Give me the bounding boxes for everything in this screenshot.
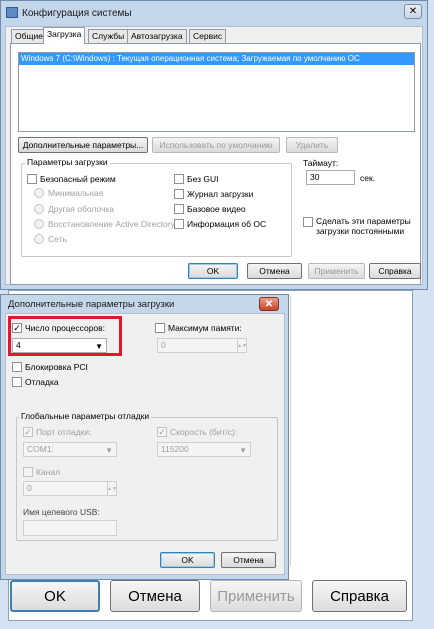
close-icon[interactable]: ✕ (404, 4, 422, 19)
close-icon[interactable]: ✕ (259, 297, 279, 311)
checkbox-box (174, 174, 184, 184)
bg-ok-button[interactable]: OK (10, 580, 100, 612)
dropdown-arrow-icon: ▼ (239, 446, 247, 455)
tab-boot[interactable]: Загрузка (43, 27, 86, 44)
advanced-ok-button[interactable]: OK (160, 552, 215, 568)
help-button[interactable]: Справка (369, 263, 421, 279)
debug-port-checkbox[interactable]: ✓ Порт отладки: (23, 427, 91, 437)
dialog-title: Конфигурация системы (22, 8, 132, 19)
checkbox-box (23, 467, 33, 477)
tab-tools[interactable]: Сервис (189, 29, 227, 43)
tab-services[interactable]: Службы (88, 29, 129, 43)
tab-general[interactable]: Общие (11, 29, 47, 43)
checkbox-box: ✓ (23, 426, 33, 437)
boot-entry[interactable]: Windows 7 (C:\Windows) : Текущая операци… (19, 53, 414, 65)
usb-target-label: Имя целевого USB: (23, 507, 100, 517)
apply-button[interactable]: Применить (308, 263, 365, 279)
usb-target-input[interactable] (23, 520, 117, 536)
channel-input[interactable]: 0 ▲▼ (23, 481, 117, 496)
checkbox-box (303, 217, 313, 227)
checkbox-box: ✓ (157, 426, 167, 437)
checkbox-box (174, 204, 184, 214)
global-debug-label: Глобальные параметры отладки (19, 411, 152, 421)
highlight-frame (8, 316, 122, 356)
network-radio[interactable]: Сеть (34, 234, 67, 244)
bg-apply-button[interactable]: Применить (210, 580, 302, 612)
app-icon (6, 7, 18, 18)
checkbox-box (155, 323, 165, 333)
set-default-button[interactable]: Использовать по умолчанию (152, 137, 280, 153)
checkbox-box (12, 362, 22, 372)
os-info-checkbox[interactable]: Информация об ОС (174, 219, 266, 229)
advanced-options-button[interactable]: Дополнительные параметры... (18, 137, 148, 153)
advanced-dialog-title: Дополнительные параметры загрузки (8, 299, 175, 310)
checkbox-box (174, 219, 184, 229)
dropdown-arrow-icon: ▼ (105, 446, 113, 455)
radio-dot (34, 234, 44, 244)
ad-repair-radio[interactable]: Восстановление Active Directory (34, 219, 175, 229)
baud-rate-checkbox[interactable]: ✓ Скорость (бит/с): (157, 427, 237, 437)
checkbox-box (174, 189, 184, 199)
checkbox-box (12, 377, 22, 387)
ok-button[interactable]: OK (188, 263, 238, 279)
spin-arrows-icon: ▲▼ (107, 482, 117, 495)
debug-checkbox[interactable]: Отладка (12, 377, 59, 387)
base-video-checkbox[interactable]: Базовое видео (174, 204, 246, 214)
minimal-radio[interactable]: Минимальная (34, 188, 103, 198)
cancel-button[interactable]: Отмена (247, 263, 302, 279)
timeout-unit: сек. (360, 173, 376, 183)
radio-dot (34, 204, 44, 214)
bg-cancel-button[interactable]: Отмена (110, 580, 200, 612)
channel-checkbox[interactable]: Канал (23, 467, 60, 477)
no-gui-checkbox[interactable]: Без GUI (174, 174, 219, 184)
safe-mode-checkbox[interactable]: Безопасный режим (27, 174, 116, 184)
make-permanent-checkbox[interactable]: Сделать эти параметры загрузки постоянны… (303, 216, 415, 236)
bg-help-button[interactable]: Справка (312, 580, 407, 612)
spin-arrows-icon: ▲▼ (237, 339, 247, 352)
tab-startup[interactable]: Автозагрузка (127, 29, 187, 43)
delete-button[interactable]: Удалить (286, 137, 338, 153)
timeout-input[interactable]: 30 (306, 170, 355, 185)
baud-rate-select[interactable]: 115200 ▼ (157, 442, 251, 457)
max-memory-checkbox[interactable]: Максимум памяти: (155, 323, 242, 333)
boot-log-checkbox[interactable]: Журнал загрузки (174, 189, 253, 199)
max-memory-input[interactable]: 0 ▲▼ (157, 338, 247, 353)
radio-dot (34, 188, 44, 198)
advanced-cancel-button[interactable]: Отмена (221, 552, 276, 568)
boot-options-label: Параметры загрузки (25, 157, 110, 167)
background-panel (290, 296, 406, 566)
radio-dot (34, 219, 44, 229)
alt-shell-radio[interactable]: Другая оболочка (34, 204, 114, 214)
checkbox-box (27, 174, 37, 184)
timeout-label: Таймаут: (303, 158, 339, 168)
pci-lock-checkbox[interactable]: Блокировка PCI (12, 362, 88, 372)
debug-port-select[interactable]: COM1: ▼ (23, 442, 117, 457)
